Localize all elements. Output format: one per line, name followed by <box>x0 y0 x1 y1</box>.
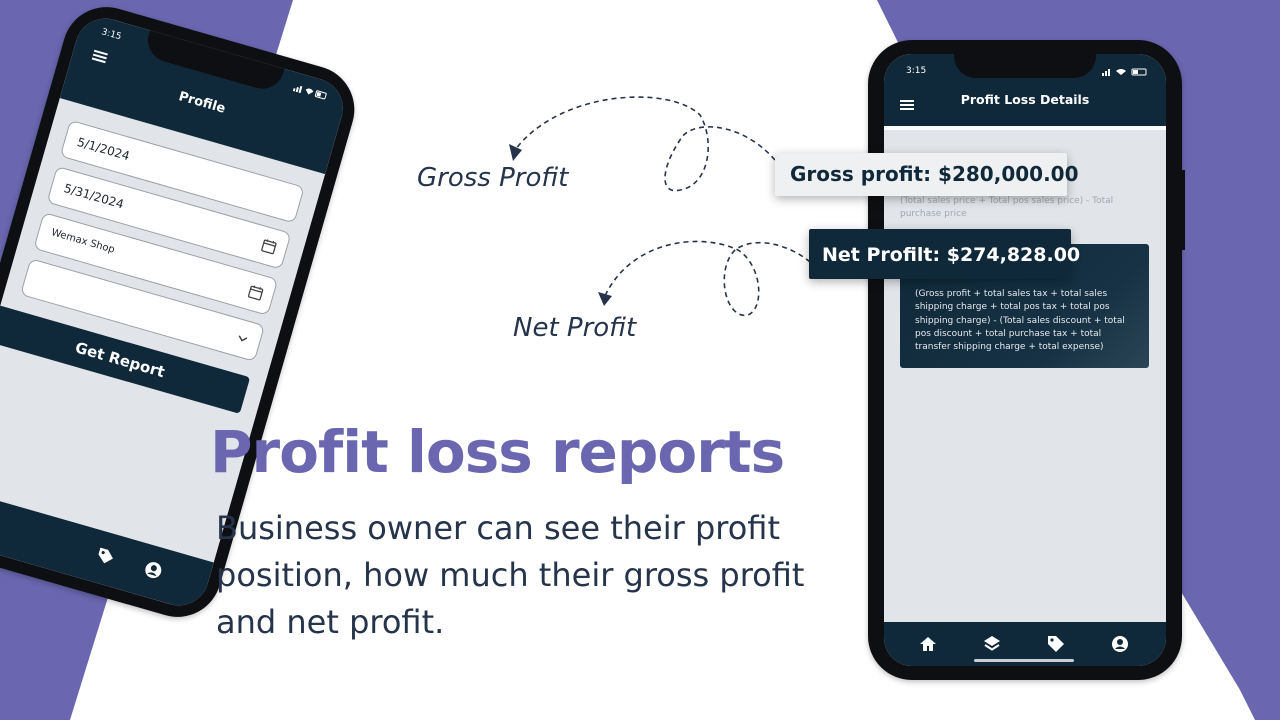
gross-profit-formula: (Total sales price + Total pos sales pri… <box>900 196 1114 219</box>
net-profit-annotation: Net Profit <box>513 313 637 343</box>
side-button <box>1182 170 1185 250</box>
headline: Profit loss reports <box>210 418 785 486</box>
description: Business owner can see their profit posi… <box>216 509 805 641</box>
signal-icon <box>1102 68 1147 76</box>
gross-profit-annotation: Gross Profit <box>417 163 569 193</box>
home-icon[interactable] <box>918 634 938 654</box>
page-title: Profit Loss Details <box>960 92 1090 107</box>
gross-profit-badge: Gross profit: $280,000.00 <box>775 153 1079 196</box>
status-time: 3:15 <box>906 66 927 76</box>
user-icon[interactable] <box>1110 634 1130 654</box>
tag-icon[interactable] <box>1046 634 1066 654</box>
right-bottom-nav <box>884 622 1166 666</box>
net-profit-formula: (Gross profit + total sales tax + total … <box>915 289 1125 353</box>
net-profit-badge: Net Profilt: $274,828.00 <box>809 229 1080 279</box>
home-indicator <box>974 659 1074 662</box>
layers-icon[interactable] <box>982 634 1002 654</box>
phone-notch <box>954 54 1096 78</box>
